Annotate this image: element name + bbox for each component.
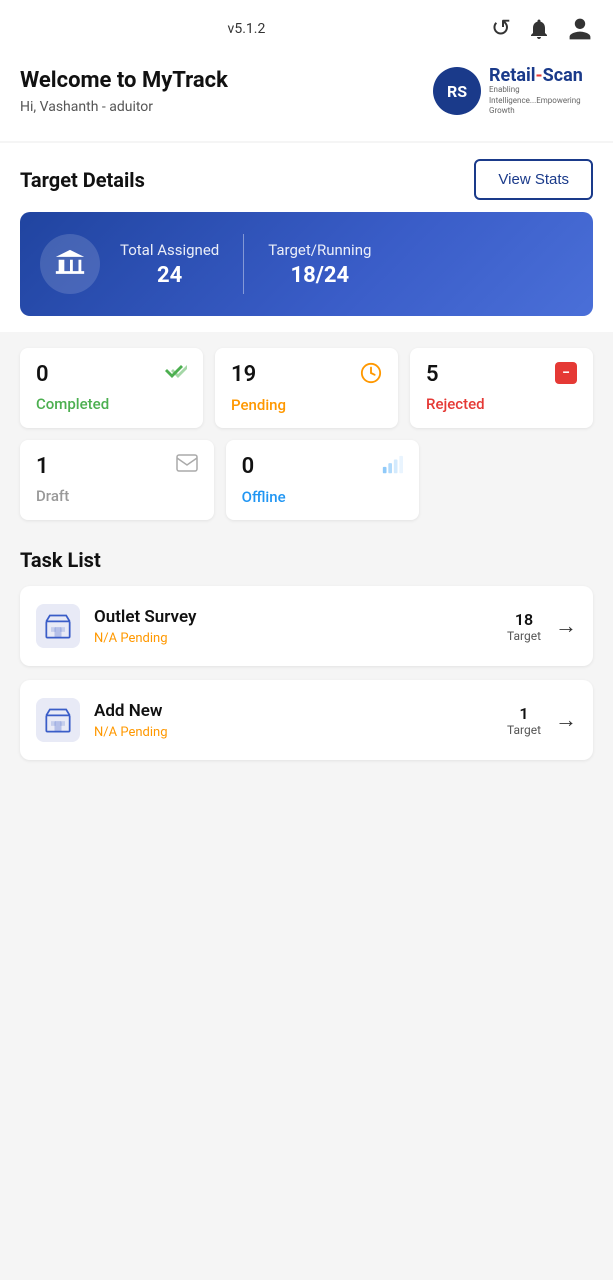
welcome-title: Welcome to MyTrack (20, 67, 433, 96)
task-icon-outlet (36, 604, 80, 648)
task-target-outlet: 18 Target (507, 610, 541, 643)
welcome-text-group: Welcome to MyTrack Hi, Vashanth - aduito… (20, 67, 433, 116)
draft-label: Draft (36, 487, 198, 505)
completed-number: 0 (36, 362, 49, 387)
task-arrow-outlet: → (555, 613, 577, 639)
welcome-subtitle: Hi, Vashanth - aduitor (20, 99, 433, 115)
version-text: v5.1.2 (228, 21, 266, 37)
bell-icon (527, 17, 551, 41)
minus-red-icon: − (555, 362, 577, 384)
cards-row-1: 0 Completed 19 (20, 348, 593, 428)
target-header: Target Details View Stats (20, 143, 593, 212)
total-assigned-label: Total Assigned (120, 241, 219, 259)
stats-divider (243, 234, 244, 294)
task-arrow-addnew: → (555, 707, 577, 733)
double-check-icon (165, 362, 187, 384)
completed-card-top: 0 (36, 362, 187, 387)
refresh-button[interactable]: ↻ (491, 14, 511, 43)
task-name-outlet: Outlet Survey (94, 607, 507, 627)
logo: RS Retail-Scan Enabling Intelligence...E… (433, 61, 593, 121)
logo-text: Retail-Scan Enabling Intelligence...Empo… (489, 66, 593, 117)
clock-icon (360, 362, 382, 388)
user-profile-button[interactable] (567, 16, 593, 42)
pending-card-top: 19 (231, 362, 382, 388)
task-target-label-addnew: Target (507, 723, 541, 737)
target-title: Target Details (20, 168, 145, 192)
user-icon (567, 16, 593, 42)
pending-number: 19 (231, 362, 256, 387)
target-running-label: Target/Running (268, 241, 371, 259)
task-target-num-outlet: 18 (507, 610, 541, 629)
offline-number: 0 (242, 454, 255, 479)
task-info-outlet: Outlet Survey N/A Pending (94, 607, 507, 646)
rejected-card-top: 5 − (426, 362, 577, 387)
empty-slot (431, 440, 593, 520)
task-item-add-new[interactable]: Add New N/A Pending 1 Target → (20, 680, 593, 760)
cards-row-2: 1 Draft 0 (20, 440, 593, 520)
task-status-addnew: N/A Pending (94, 725, 507, 740)
task-target-addnew: 1 Target (507, 704, 541, 737)
bank-icon (40, 234, 100, 294)
task-target-label-outlet: Target (507, 629, 541, 643)
rejected-label: Rejected (426, 395, 577, 413)
cards-section: 0 Completed 19 (0, 332, 613, 520)
rejected-number: 5 (426, 362, 439, 387)
stats-banner: Total Assigned 24 Target/Running 18/24 (20, 212, 593, 316)
task-icon-addnew (36, 698, 80, 742)
logo-circle: RS (433, 67, 481, 115)
envelope-icon (176, 454, 198, 476)
task-list-title: Task List (20, 548, 593, 572)
logo-brand: Retail-Scan (489, 66, 593, 86)
logo-tagline: Enabling Intelligence...Empowering Growt… (489, 85, 593, 116)
rejected-card[interactable]: 5 − Rejected (410, 348, 593, 428)
total-assigned-value: 24 (157, 263, 182, 288)
task-item-outlet-survey[interactable]: Outlet Survey N/A Pending 18 Target → (20, 586, 593, 666)
refresh-icon: ↻ (491, 14, 511, 43)
target-section: Target Details View Stats Total Assigned… (0, 143, 613, 332)
offline-label: Offline (242, 488, 404, 506)
offline-card[interactable]: 0 Offline (226, 440, 420, 520)
task-target-num-addnew: 1 (507, 704, 541, 723)
task-list-section: Task List Outlet Survey N/A Pending 18 T… (0, 532, 613, 790)
offline-card-top: 0 (242, 454, 404, 480)
header-section: Welcome to MyTrack Hi, Vashanth - aduito… (0, 51, 613, 141)
completed-label: Completed (36, 395, 187, 413)
total-assigned-stat: Total Assigned 24 (120, 241, 219, 288)
top-bar: v5.1.2 ↻ (0, 0, 613, 51)
task-info-addnew: Add New N/A Pending (94, 701, 507, 740)
target-running-stat: Target/Running 18/24 (268, 241, 371, 288)
signal-icon (381, 454, 403, 480)
draft-card[interactable]: 1 Draft (20, 440, 214, 520)
notification-button[interactable] (527, 17, 551, 41)
completed-card[interactable]: 0 Completed (20, 348, 203, 428)
task-status-outlet: N/A Pending (94, 631, 507, 646)
pending-card[interactable]: 19 Pending (215, 348, 398, 428)
pending-label: Pending (231, 396, 382, 414)
draft-number: 1 (36, 454, 49, 479)
view-stats-button[interactable]: View Stats (474, 159, 593, 200)
task-name-addnew: Add New (94, 701, 507, 721)
draft-card-top: 1 (36, 454, 198, 479)
target-running-value: 18/24 (291, 263, 350, 288)
